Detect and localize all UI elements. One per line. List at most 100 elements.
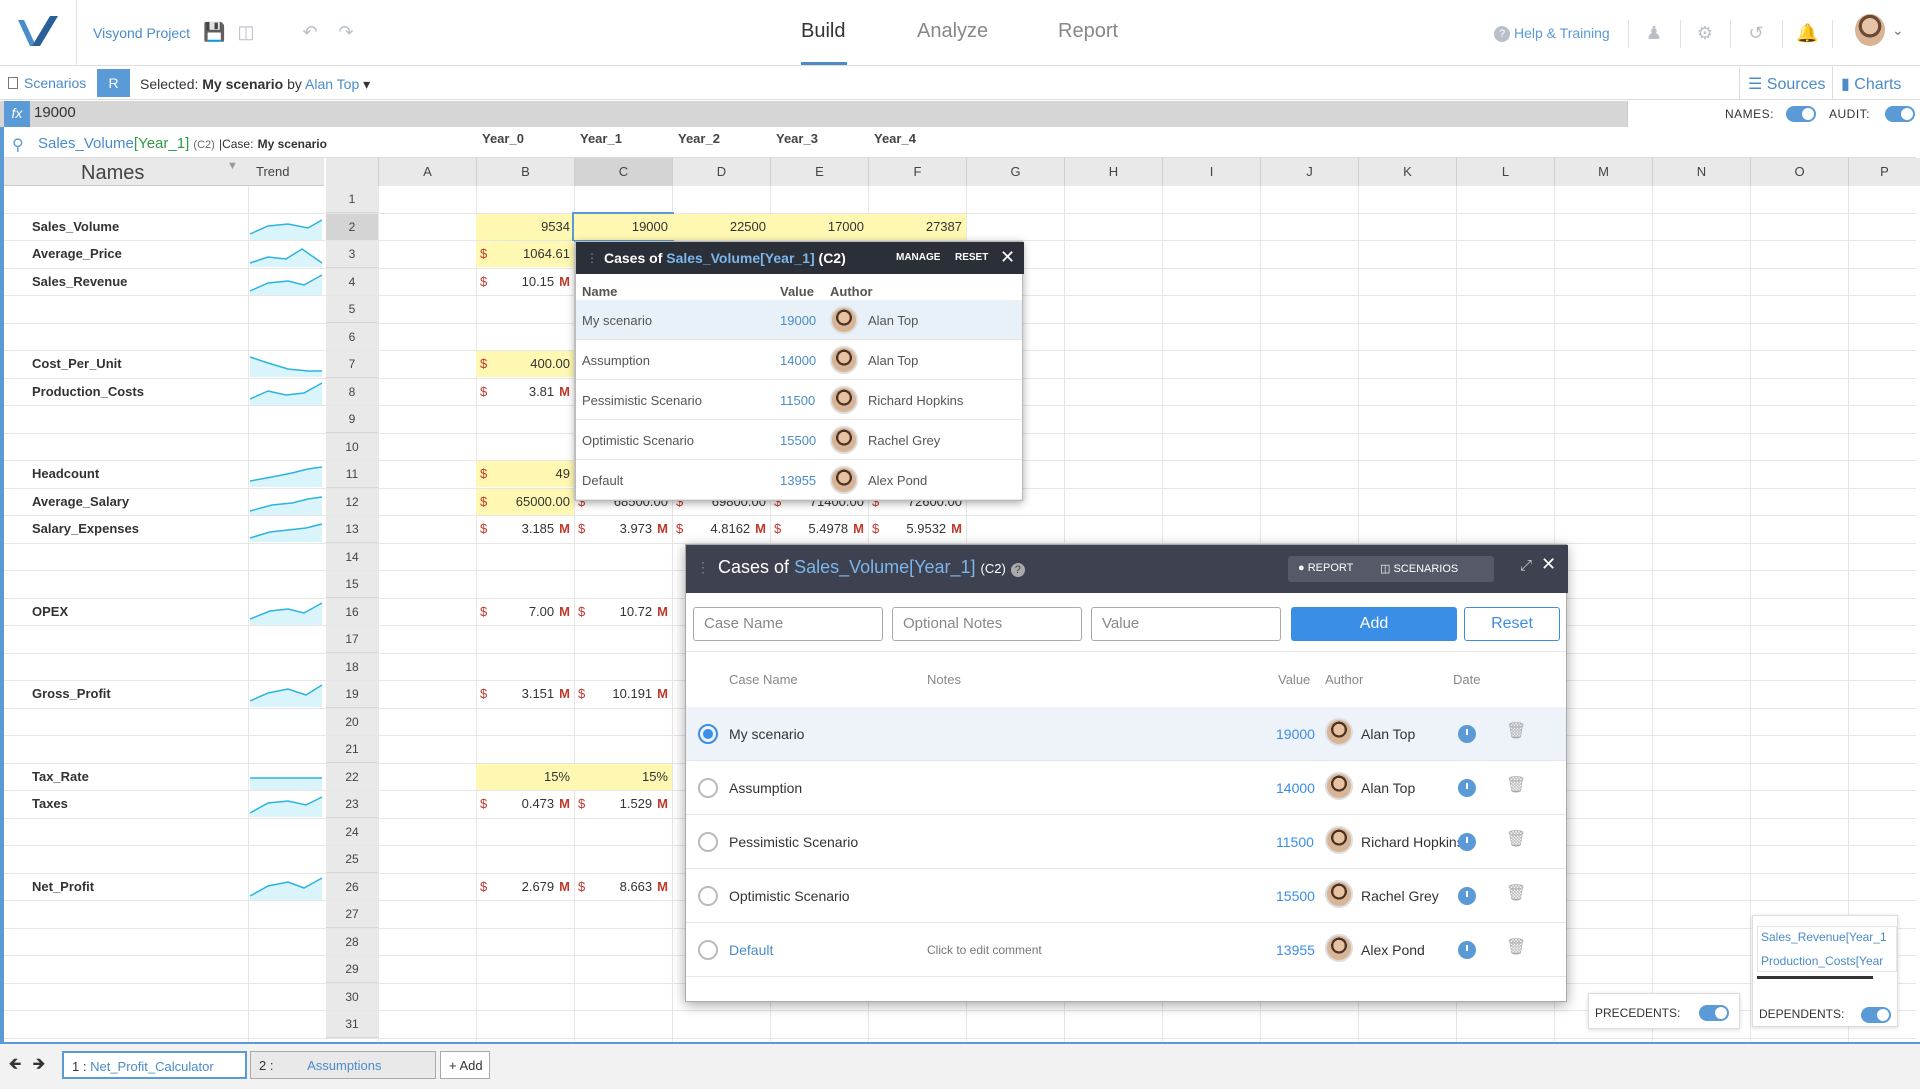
column-header-o[interactable]: O bbox=[1750, 158, 1848, 186]
case-radio[interactable] bbox=[698, 940, 718, 960]
cell[interactable]: $65000.00 bbox=[476, 488, 574, 515]
cell[interactable]: $49 bbox=[476, 461, 574, 487]
column-header-c[interactable]: C bbox=[574, 158, 672, 186]
cell[interactable]: 27387 bbox=[868, 213, 966, 240]
clock-icon[interactable] bbox=[1458, 887, 1476, 905]
save-icon[interactable]: 💾 bbox=[203, 22, 225, 42]
case-notes[interactable]: Click to edit comment bbox=[927, 943, 1042, 957]
cell[interactable]: $400.00 bbox=[476, 351, 574, 377]
cell[interactable]: $5.9532 M bbox=[868, 516, 966, 542]
trash-icon[interactable]: 🗑 bbox=[1506, 886, 1526, 902]
names-toggle[interactable] bbox=[1786, 106, 1816, 122]
prev-sheet-arrow-icon[interactable]: 🡸 bbox=[6, 1051, 24, 1079]
dependent-item[interactable]: Sales_Revenue[Year_1 bbox=[1761, 930, 1895, 944]
row-number[interactable]: 11 bbox=[326, 461, 378, 488]
row-label[interactable]: Net_Profit bbox=[32, 879, 94, 894]
row-label[interactable]: Salary_Expenses bbox=[32, 521, 139, 536]
help-training-link[interactable]: Help & Training bbox=[1514, 25, 1610, 41]
manage-button[interactable]: MANAGE bbox=[896, 252, 940, 263]
row-number[interactable]: 20 bbox=[326, 708, 378, 736]
trash-icon[interactable]: 🗑 bbox=[1506, 940, 1526, 956]
case-name[interactable]: Optimistic Scenario bbox=[729, 888, 850, 904]
column-header-n[interactable]: N bbox=[1652, 158, 1750, 186]
case-row[interactable]: Assumption 14000 Alan Top 🗑 bbox=[686, 761, 1566, 815]
trash-icon[interactable]: 🗑 bbox=[1506, 778, 1526, 794]
charts-button[interactable]: ▮ Charts bbox=[1832, 67, 1920, 99]
row-label[interactable]: Average_Salary bbox=[32, 494, 129, 509]
cell[interactable]: 17000 bbox=[770, 213, 868, 240]
row-label[interactable]: Production_Costs bbox=[32, 384, 144, 399]
cell-reference[interactable]: Sales_Volume[Year_1] (C2) |Case: My scen… bbox=[38, 135, 327, 152]
cell[interactable]: $7.00 M bbox=[476, 599, 574, 625]
case-radio[interactable] bbox=[698, 778, 718, 798]
case-row[interactable]: Assumption 14000 Alan Top bbox=[576, 340, 1022, 380]
row-label[interactable]: Taxes bbox=[32, 796, 68, 811]
column-header-e[interactable]: E bbox=[770, 158, 868, 186]
project-name[interactable]: Visyond Project bbox=[93, 25, 190, 41]
row-number[interactable]: 23 bbox=[326, 791, 378, 818]
caret-down-icon[interactable]: ▾ bbox=[363, 76, 370, 92]
gear-icon[interactable]: ⚙ bbox=[1694, 22, 1716, 44]
column-header-h[interactable]: H bbox=[1064, 158, 1162, 186]
case-row[interactable]: My scenario 19000 Alan Top bbox=[576, 300, 1022, 340]
row-number[interactable]: 19 bbox=[326, 681, 378, 708]
row-label[interactable]: OPEX bbox=[32, 604, 68, 619]
case-name-input[interactable]: Case Name bbox=[693, 607, 883, 641]
cell[interactable]: $3.185 M bbox=[476, 516, 574, 542]
row-number[interactable]: 13 bbox=[326, 516, 378, 543]
sources-button[interactable]: ☰ Sources bbox=[1739, 67, 1830, 99]
tab-report[interactable]: Report bbox=[1058, 20, 1118, 43]
undo-icon[interactable]: ↶ bbox=[300, 22, 320, 42]
dependents-toggle[interactable] bbox=[1861, 1007, 1891, 1023]
user-avatar[interactable] bbox=[1855, 14, 1885, 46]
row-number[interactable]: 4 bbox=[326, 268, 378, 296]
selected-scenario[interactable]: Selected: My scenario by Alan Top ▾ bbox=[140, 76, 370, 93]
case-radio[interactable] bbox=[698, 832, 718, 852]
row-number[interactable]: 9 bbox=[326, 406, 378, 433]
cell[interactable]: $3.973 M bbox=[574, 516, 672, 542]
case-row[interactable]: My scenario 19000 Alan Top 🗑 bbox=[686, 707, 1566, 761]
cell[interactable]: 9534 bbox=[476, 213, 574, 240]
row-label[interactable]: Gross_Profit bbox=[32, 686, 111, 701]
filter-icon[interactable]: ▼ bbox=[227, 160, 238, 172]
cell[interactable]: $5.4978 M bbox=[770, 516, 868, 542]
cell[interactable]: $0.473 M bbox=[476, 791, 574, 817]
case-name[interactable]: My scenario bbox=[729, 726, 804, 742]
row-number[interactable]: 1 bbox=[326, 186, 378, 213]
optional-notes-input[interactable]: Optional Notes bbox=[892, 607, 1082, 641]
column-header-l[interactable]: L bbox=[1456, 158, 1554, 186]
tab-analyze[interactable]: Analyze bbox=[917, 20, 988, 43]
row-number[interactable]: 27 bbox=[326, 901, 378, 928]
trash-icon[interactable]: 🗑 bbox=[1506, 724, 1526, 740]
row-number[interactable]: 24 bbox=[326, 818, 378, 846]
report-button[interactable]: ● REPORT bbox=[1298, 562, 1353, 574]
row-number[interactable]: 8 bbox=[326, 378, 378, 406]
audit-toggle[interactable] bbox=[1885, 106, 1915, 122]
cell[interactable]: $10.15 M bbox=[476, 269, 574, 295]
row-number[interactable]: 28 bbox=[326, 928, 378, 956]
trash-icon[interactable]: 🗑 bbox=[1506, 832, 1526, 848]
precedents-toggle[interactable] bbox=[1699, 1005, 1729, 1021]
row-label[interactable]: Sales_Revenue bbox=[32, 274, 127, 289]
case-row[interactable]: Pessimistic Scenario 11500 Richard Hopkins… bbox=[686, 815, 1566, 869]
close-icon[interactable]: ✕ bbox=[1000, 247, 1015, 268]
cell[interactable]: $3.151 M bbox=[476, 681, 574, 707]
row-number[interactable]: 16 bbox=[326, 598, 378, 626]
cell[interactable]: $1.529 M bbox=[574, 791, 672, 817]
row-number[interactable]: 10 bbox=[326, 433, 378, 461]
redo-icon[interactable]: ↷ bbox=[336, 22, 356, 42]
column-header-d[interactable]: D bbox=[672, 158, 770, 186]
row-number[interactable]: 12 bbox=[326, 488, 378, 516]
sheet-tab-assumptions[interactable]: 2 : Assumptions bbox=[250, 1051, 436, 1079]
visyond-logo[interactable] bbox=[14, 12, 64, 52]
add-button[interactable]: Add bbox=[1291, 607, 1457, 641]
next-sheet-arrow-icon[interactable]: 🡺 bbox=[30, 1051, 48, 1079]
row-number[interactable]: 5 bbox=[326, 296, 378, 323]
scenarios-button[interactable]: ◫ SCENARIOS bbox=[1380, 562, 1458, 575]
case-name[interactable]: Default bbox=[729, 942, 773, 958]
reset-button[interactable]: RESET bbox=[955, 252, 988, 263]
clock-icon[interactable] bbox=[1458, 779, 1476, 797]
sheet-tab-net-profit[interactable]: 1 : Net_Profit_Calculator bbox=[62, 1051, 247, 1079]
cell[interactable]: 19000 bbox=[572, 211, 674, 242]
value-input[interactable]: Value bbox=[1091, 607, 1281, 641]
